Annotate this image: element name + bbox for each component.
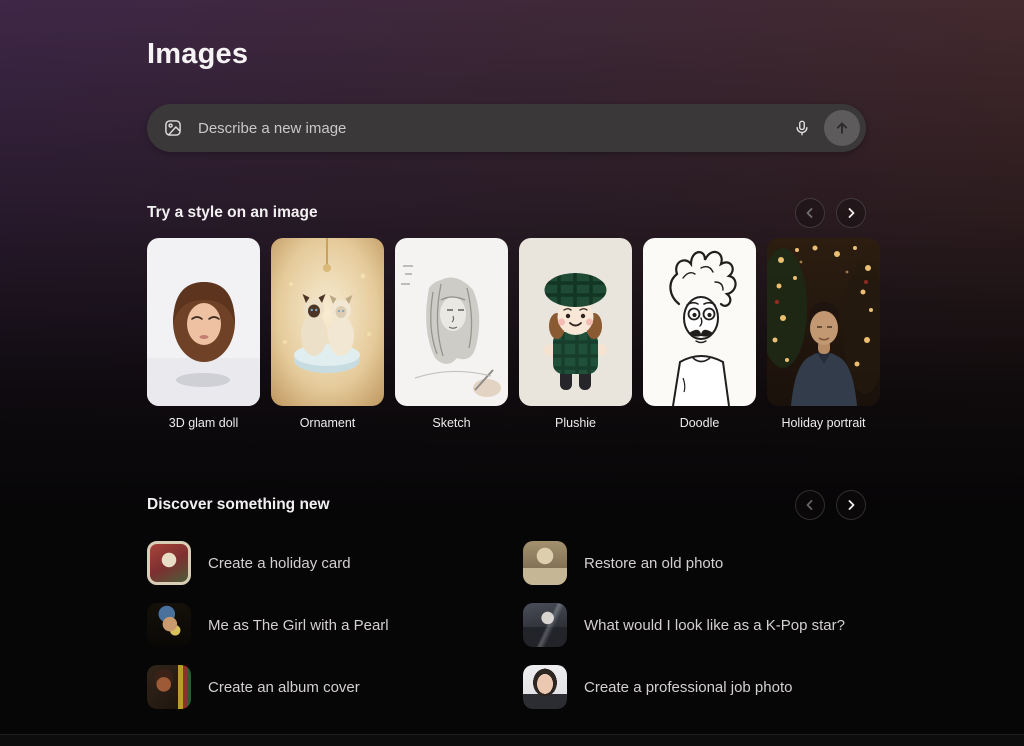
arrow-up-icon [834, 120, 850, 136]
discover-item-holiday-card[interactable]: Create a holiday card [147, 541, 523, 585]
images-page: Images Try a style [0, 0, 1024, 709]
image-icon [163, 118, 183, 138]
ornament-image [271, 238, 384, 406]
pearl-girl-thumbnail [147, 603, 191, 647]
discover-prev-button[interactable] [795, 490, 825, 520]
discover-item-album-cover[interactable]: Create an album cover [147, 665, 523, 709]
image-prompt-input[interactable] [196, 119, 786, 138]
style-card-3d-glam-doll[interactable]: 3D glam doll [147, 238, 260, 430]
discover-section-header: Discover something new [147, 490, 866, 520]
album-cover-thumbnail [147, 665, 191, 709]
chevron-left-icon [804, 499, 816, 511]
discover-item-kpop-star[interactable]: What would I look like as a K-Pop star? [523, 603, 899, 647]
submit-prompt-button[interactable] [824, 110, 860, 146]
style-card-label: Doodle [643, 416, 756, 430]
styles-next-button[interactable] [836, 198, 866, 228]
sketch-image [395, 238, 508, 406]
chevron-right-icon [845, 207, 857, 219]
style-card-label: Holiday portrait [767, 416, 880, 430]
job-photo-thumbnail [523, 665, 567, 709]
styles-section-header: Try a style on an image [147, 198, 866, 228]
discover-grid: Create a holiday card Restore an old pho… [147, 541, 1024, 709]
image-prompt-bar [147, 104, 866, 152]
discover-section-title: Discover something new [147, 496, 330, 514]
kpop-star-thumbnail [523, 603, 567, 647]
style-card-sketch[interactable]: Sketch [395, 238, 508, 430]
discover-item-job-photo[interactable]: Create a professional job photo [523, 665, 899, 709]
plushie-image [519, 238, 632, 406]
style-card-label: Plushie [519, 416, 632, 430]
discover-item-label: Create a professional job photo [584, 679, 792, 696]
discover-item-label: Create a holiday card [208, 555, 351, 572]
old-photo-thumbnail [523, 541, 567, 585]
microphone-icon[interactable] [786, 112, 818, 144]
glam-doll-image [147, 238, 260, 406]
style-card-plushie[interactable]: Plushie [519, 238, 632, 430]
discover-carousel-nav [795, 490, 866, 520]
holiday-card-thumbnail [147, 541, 191, 585]
discover-item-label: Create an album cover [208, 679, 360, 696]
discover-item-label: What would I look like as a K-Pop star? [584, 617, 845, 634]
discover-item-girl-with-pearl[interactable]: Me as The Girl with a Pearl [147, 603, 523, 647]
discover-item-label: Me as The Girl with a Pearl [208, 617, 389, 634]
discover-next-button[interactable] [836, 490, 866, 520]
style-card-label: Ornament [271, 416, 384, 430]
discover-item-restore-photo[interactable]: Restore an old photo [523, 541, 899, 585]
page-title: Images [147, 38, 1024, 71]
holiday-portrait-image [767, 238, 880, 406]
style-card-doodle[interactable]: Doodle [643, 238, 756, 430]
bottom-edge-bar [0, 734, 1024, 746]
discover-item-label: Restore an old photo [584, 555, 723, 572]
style-card-ornament[interactable]: Ornament [271, 238, 384, 430]
doodle-image [643, 238, 756, 406]
styles-section-title: Try a style on an image [147, 204, 318, 222]
style-cards-row: 3D glam doll [147, 238, 1024, 430]
style-card-holiday-portrait[interactable]: Holiday portrait [767, 238, 880, 430]
styles-carousel-nav [795, 198, 866, 228]
chevron-right-icon [845, 499, 857, 511]
style-card-label: Sketch [395, 416, 508, 430]
chevron-left-icon [804, 207, 816, 219]
styles-prev-button[interactable] [795, 198, 825, 228]
style-card-label: 3D glam doll [147, 416, 260, 430]
